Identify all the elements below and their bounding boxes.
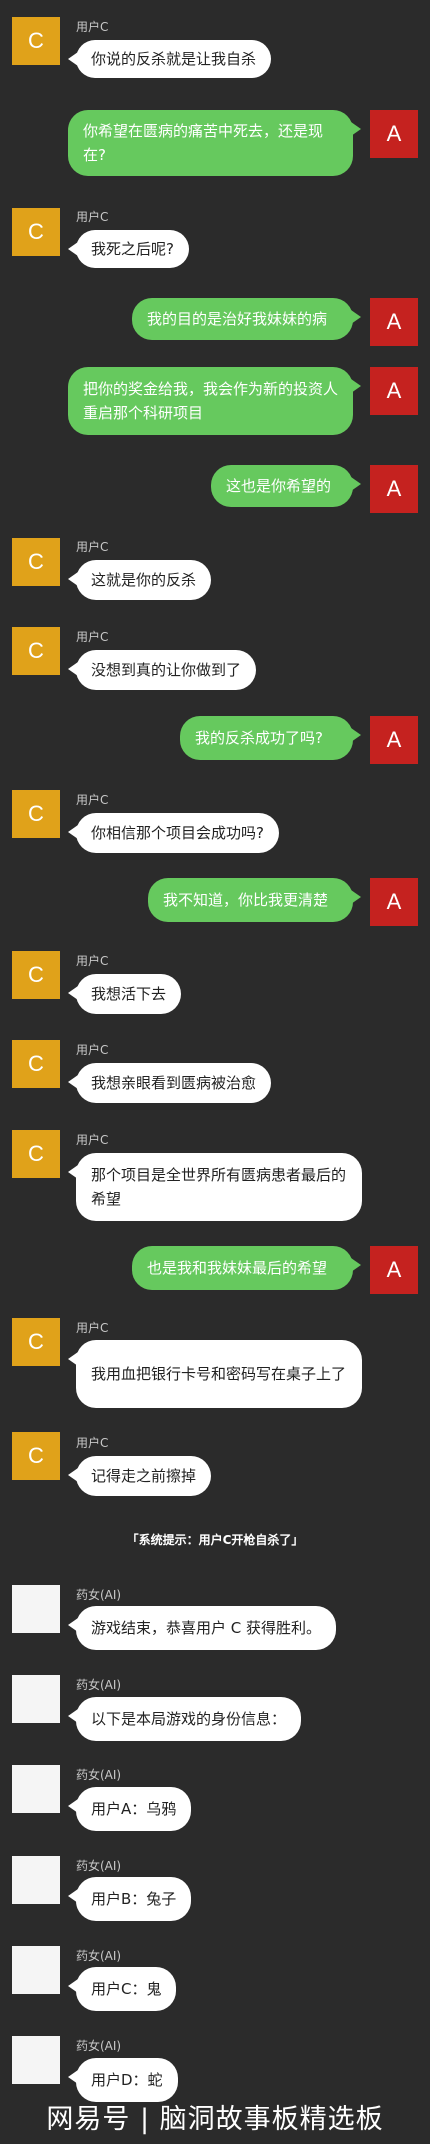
user-a-avatar[interactable]: A xyxy=(370,465,418,513)
message-bubble: 记得走之前擦掉 xyxy=(67,1456,212,1496)
message-bubble: 这就是你的反杀 xyxy=(67,560,212,600)
message-bubble: 把你的奖金给我，我会作为新的投资人重启那个科研项目 xyxy=(68,367,361,435)
sender-name: 用户C xyxy=(76,20,109,34)
sender-name: 用户C xyxy=(76,1321,109,1335)
message-bubble: 游戏结束，恭喜用户 C 获得胜利。 xyxy=(67,1606,337,1650)
message-bubble: 我不知道，你比我更清楚 xyxy=(148,878,361,922)
user-c-avatar[interactable]: C xyxy=(12,1040,60,1088)
sender-name: 药女(AI) xyxy=(76,1768,122,1782)
watermark: 网易号 | 脑洞故事板精选板 xyxy=(46,2104,384,2135)
sender-name: 药女(AI) xyxy=(76,2039,122,2053)
user-a-avatar[interactable]: A xyxy=(370,878,418,926)
sender-name: 用户C xyxy=(76,954,109,968)
sender-name: 用户C xyxy=(76,1436,109,1450)
message-bubble: 用户A：乌鸦 xyxy=(67,1787,192,1831)
sender-name: 药女(AI) xyxy=(76,1678,122,1692)
sender-name: 用户C xyxy=(76,1133,109,1147)
sender-name: 用户C xyxy=(76,540,109,554)
ai-avatar[interactable] xyxy=(12,1765,60,1813)
ai-avatar[interactable] xyxy=(12,1585,60,1633)
ai-avatar[interactable] xyxy=(12,1946,60,1994)
message-bubble: 用户C：鬼 xyxy=(67,1967,177,2011)
user-a-avatar[interactable]: A xyxy=(370,298,418,346)
sender-name: 药女(AI) xyxy=(76,1588,122,1602)
sender-name: 用户C xyxy=(76,1043,109,1057)
message-bubble: 我想亲眼看到匮病被治愈 xyxy=(67,1063,272,1103)
chat-log: C 用户C 你说的反杀就是让我自杀 A 你希望在匮病的痛苦中死去，还是现在? C… xyxy=(0,0,430,2144)
system-notice: 「系统提示：用户C开枪自杀了」 xyxy=(126,1533,304,1547)
ai-avatar[interactable] xyxy=(12,1675,60,1723)
sender-name: 药女(AI) xyxy=(76,1949,122,1963)
user-a-avatar[interactable]: A xyxy=(370,716,418,764)
ai-avatar[interactable] xyxy=(12,2036,60,2084)
message-bubble: 我用血把银行卡号和密码写在桌子上了 xyxy=(68,1340,362,1408)
sender-name: 用户C xyxy=(76,630,109,644)
user-c-avatar[interactable]: C xyxy=(12,951,60,999)
message-bubble: 你希望在匮病的痛苦中死去，还是现在? xyxy=(68,110,361,176)
sender-name: 用户C xyxy=(76,210,109,224)
message-bubble: 我想活下去 xyxy=(67,974,182,1014)
user-c-avatar[interactable]: C xyxy=(12,1318,60,1366)
sender-name: 用户C xyxy=(76,793,109,807)
user-c-avatar[interactable]: C xyxy=(12,790,60,838)
user-c-avatar[interactable]: C xyxy=(12,17,60,65)
user-a-avatar[interactable]: A xyxy=(370,367,418,415)
message-bubble: 我死之后呢? xyxy=(68,230,189,268)
message-bubble: 这也是你希望的 xyxy=(211,465,361,507)
user-c-avatar[interactable]: C xyxy=(12,538,60,586)
message-bubble: 用户B：兔子 xyxy=(67,1877,192,1921)
user-c-avatar[interactable]: C xyxy=(12,1432,60,1480)
message-bubble: 那个项目是全世界所有匮病患者最后的希望 xyxy=(68,1153,362,1221)
message-bubble: 也是我和我妹妹最后的希望 xyxy=(132,1246,361,1290)
ai-avatar[interactable] xyxy=(12,1856,60,1904)
message-bubble: 用户D：蛇 xyxy=(68,2058,178,2102)
user-c-avatar[interactable]: C xyxy=(12,627,60,675)
user-c-avatar[interactable]: C xyxy=(12,1130,60,1178)
user-a-avatar[interactable]: A xyxy=(370,110,418,158)
message-bubble: 你说的反杀就是让我自杀 xyxy=(67,40,272,78)
message-bubble: 我的反杀成功了吗? xyxy=(180,716,361,760)
message-bubble: 你相信那个项目会成功吗? xyxy=(68,813,279,853)
message-bubble: 以下是本局游戏的身份信息： xyxy=(67,1697,302,1741)
message-bubble: 我的目的是治好我妹妹的病 xyxy=(132,298,361,340)
message-bubble: 没想到真的让你做到了 xyxy=(67,650,257,690)
user-c-avatar[interactable]: C xyxy=(12,208,60,256)
user-a-avatar[interactable]: A xyxy=(370,1246,418,1294)
sender-name: 药女(AI) xyxy=(76,1859,122,1873)
